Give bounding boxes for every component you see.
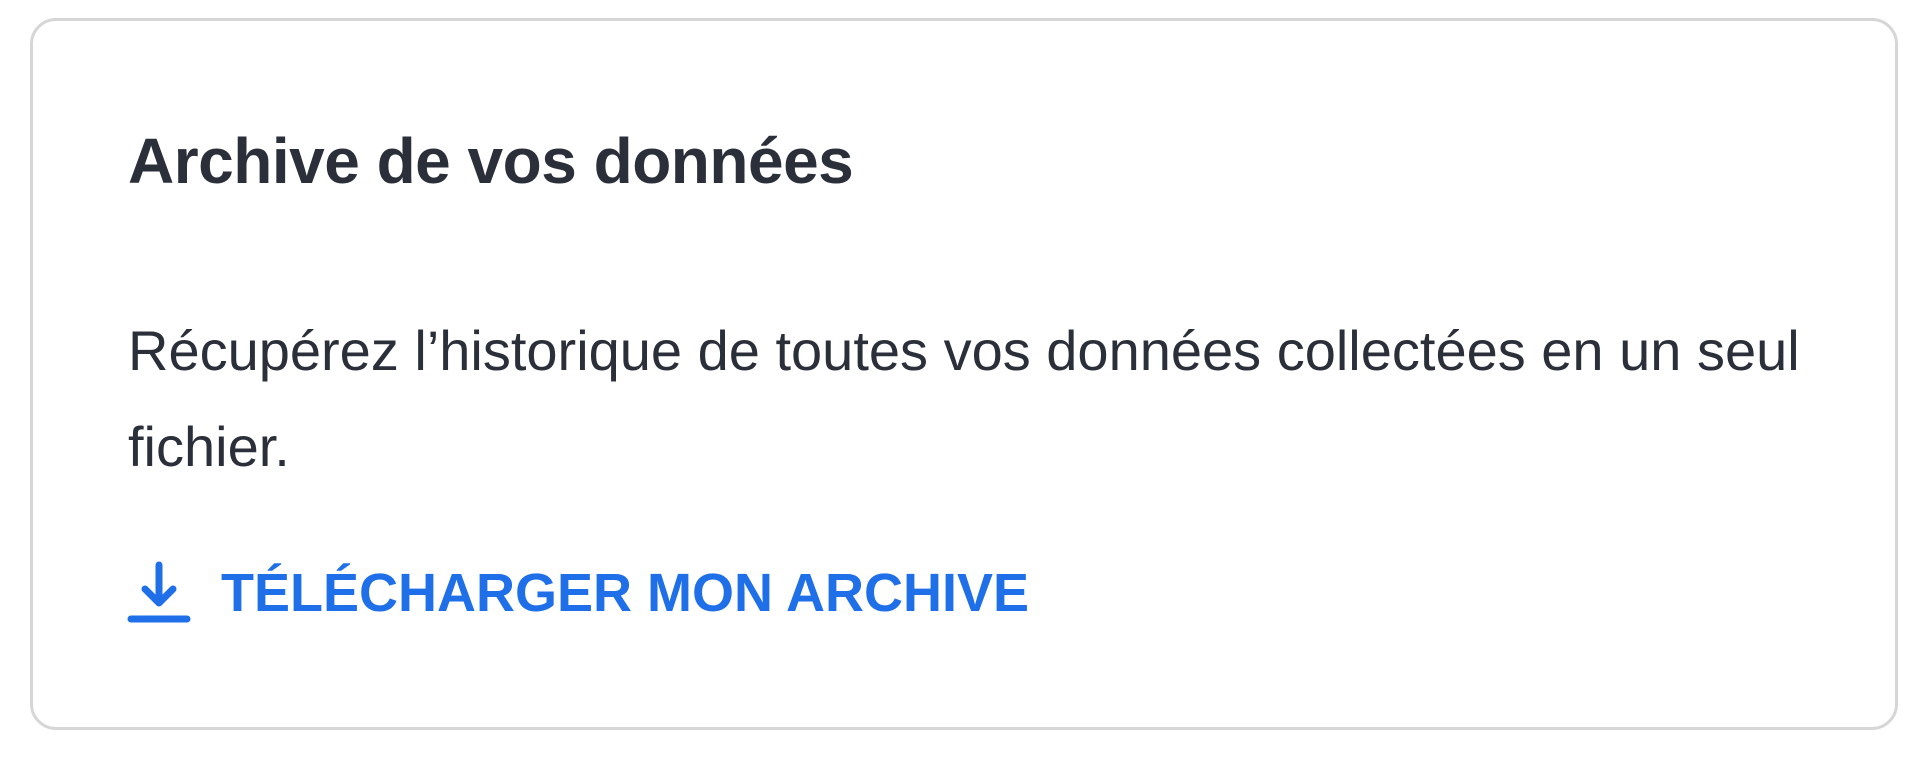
data-archive-card: Archive de vos données Récupérez l’histo…	[30, 18, 1898, 730]
download-archive-button[interactable]: TÉLÉCHARGER MON ARCHIVE	[127, 561, 1029, 625]
card-description: Récupérez l’historique de toutes vos don…	[128, 319, 1800, 478]
card-title: Archive de vos données	[128, 125, 854, 197]
download-archive-label: TÉLÉCHARGER MON ARCHIVE	[221, 563, 1030, 623]
download-icon	[127, 561, 191, 625]
